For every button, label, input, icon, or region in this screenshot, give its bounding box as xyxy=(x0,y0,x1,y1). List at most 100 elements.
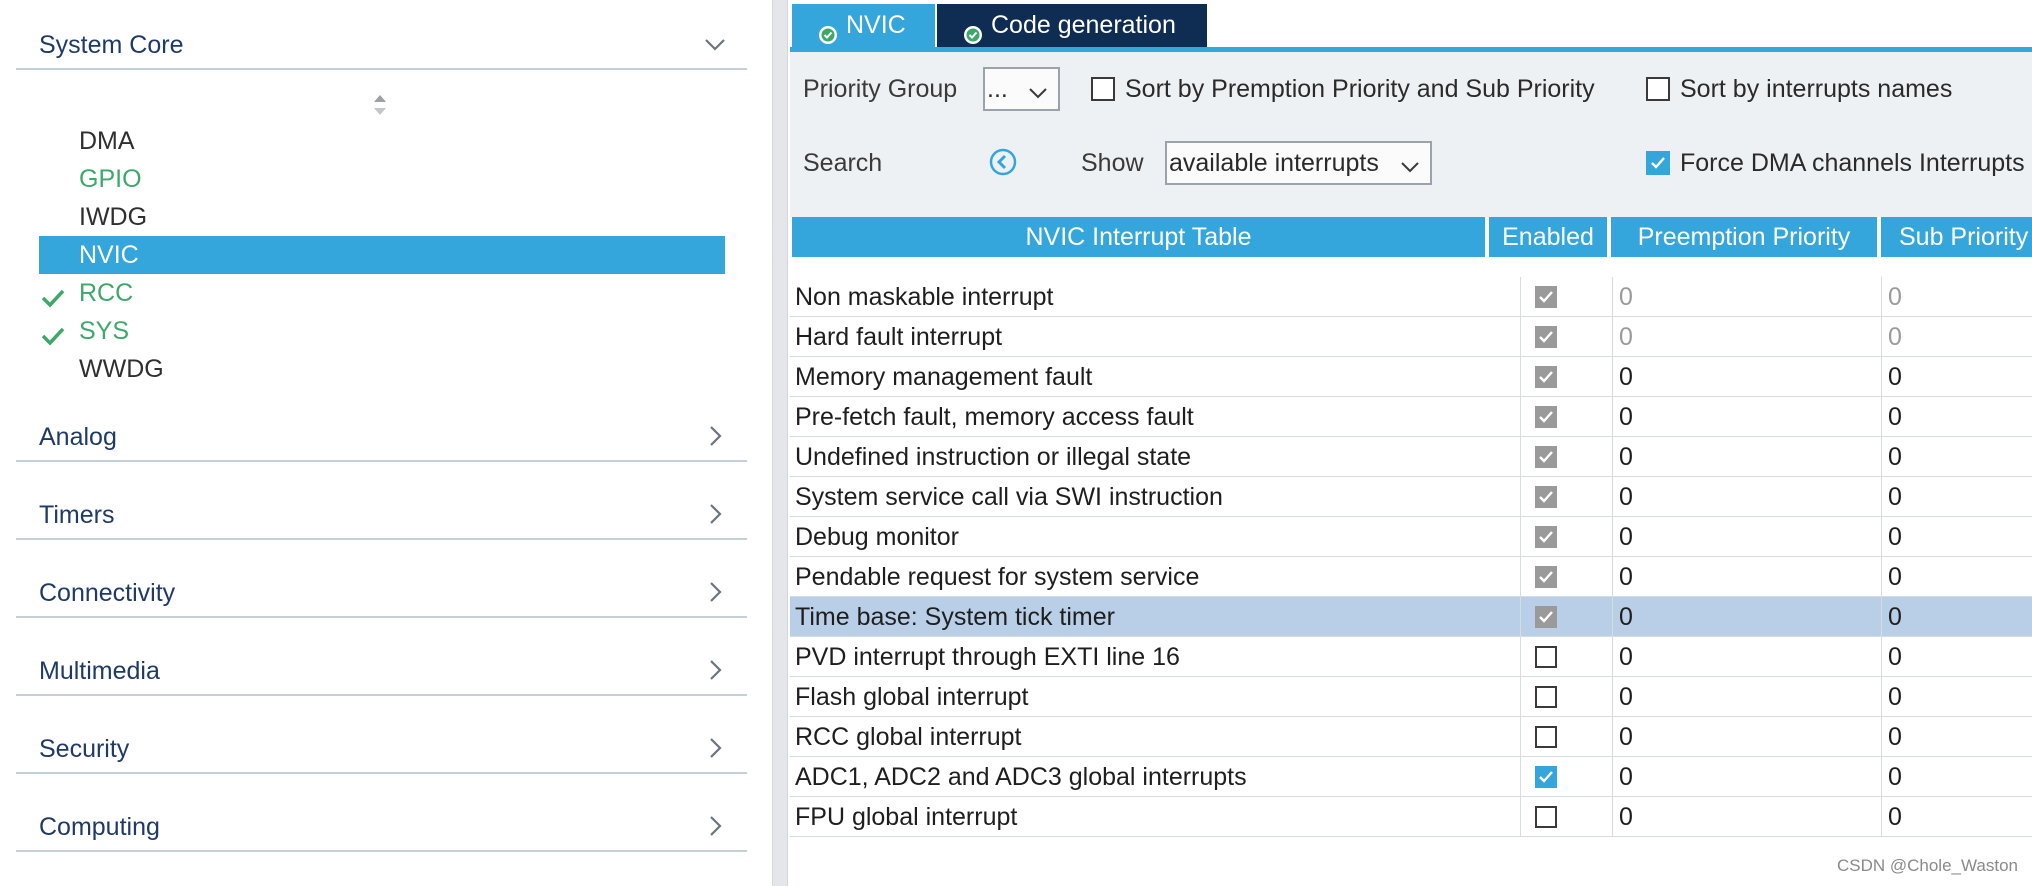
table-row[interactable]: Non maskable interrupt 0 0 xyxy=(790,277,2032,317)
preemption-priority-value[interactable]: 0 xyxy=(1612,597,1862,637)
sub-priority-value[interactable]: 0 xyxy=(1881,597,2032,637)
sidebar-item-sys[interactable]: SYS xyxy=(39,312,725,350)
preemption-priority-value[interactable]: 0 xyxy=(1612,677,1862,717)
force-dma-checkbox[interactable] xyxy=(1646,151,1670,175)
table-row[interactable]: Pendable request for system service 0 0 xyxy=(790,557,2032,597)
interrupt-name: System service call via SWI instruction xyxy=(795,483,1223,511)
preemption-priority-value[interactable]: 0 xyxy=(1612,397,1862,437)
show-select[interactable]: available interrupts xyxy=(1165,141,1432,185)
sidebar-item-label: SYS xyxy=(79,317,130,345)
sidebar-item-label: GPIO xyxy=(79,165,142,193)
column-divider xyxy=(1520,557,1521,597)
col-header-name[interactable]: NVIC Interrupt Table xyxy=(792,217,1485,257)
column-divider xyxy=(1520,717,1521,757)
category-analog[interactable]: Analog xyxy=(16,408,747,462)
col-header-enabled[interactable]: Enabled xyxy=(1489,217,1607,257)
category-label: Timers xyxy=(39,501,115,529)
preemption-priority-value[interactable]: 0 xyxy=(1612,357,1862,397)
checkmark-icon xyxy=(41,282,65,308)
sub-priority-value[interactable]: 0 xyxy=(1881,277,2032,317)
preemption-priority-value[interactable]: 0 xyxy=(1612,557,1862,597)
preemption-priority-value[interactable]: 0 xyxy=(1612,437,1862,477)
column-divider xyxy=(1520,637,1521,677)
sub-priority-value[interactable]: 0 xyxy=(1881,717,2032,757)
enabled-checkbox[interactable] xyxy=(1535,766,1557,788)
enabled-checkbox[interactable] xyxy=(1535,686,1557,708)
category-multimedia[interactable]: Multimedia xyxy=(16,642,747,696)
sidebar-item-nvic[interactable]: NVIC xyxy=(39,236,725,274)
preemption-priority-value[interactable]: 0 xyxy=(1612,757,1862,797)
preemption-priority-value[interactable]: 0 xyxy=(1612,277,1862,317)
show-value: available interrupts xyxy=(1169,149,1379,177)
sub-priority-value[interactable]: 0 xyxy=(1881,557,2032,597)
table-row[interactable]: Undefined instruction or illegal state 0 0 xyxy=(790,437,2032,477)
table-row[interactable]: Debug monitor 0 0 xyxy=(790,517,2032,557)
table-row[interactable]: ADC1, ADC2 and ADC3 global interrupts 0 0 xyxy=(790,757,2032,797)
sort-premption-checkbox[interactable] xyxy=(1091,77,1115,101)
column-divider xyxy=(1520,597,1521,637)
sub-priority-value[interactable]: 0 xyxy=(1881,477,2032,517)
table-row[interactable]: RCC global interrupt 0 0 xyxy=(790,717,2032,757)
column-divider xyxy=(1520,477,1521,517)
enabled-checkbox[interactable] xyxy=(1535,726,1557,748)
table-row[interactable]: PVD interrupt through EXTI line 16 0 0 xyxy=(790,637,2032,677)
sub-priority-value[interactable]: 0 xyxy=(1881,357,2032,397)
chevron-down-icon xyxy=(703,32,727,56)
search-back-icon[interactable] xyxy=(988,147,1018,177)
sub-priority-value[interactable]: 0 xyxy=(1881,397,2032,437)
panel-splitter[interactable] xyxy=(772,0,788,886)
sidebar-item-wwdg[interactable]: WWDG xyxy=(39,350,725,388)
enabled-checkbox[interactable] xyxy=(1535,646,1557,668)
category-computing[interactable]: Computing xyxy=(16,798,747,852)
sub-priority-value[interactable]: 0 xyxy=(1881,437,2032,477)
preemption-priority-value[interactable]: 0 xyxy=(1612,317,1862,357)
sidebar-item-rcc[interactable]: RCC xyxy=(39,274,725,312)
sidebar-item-gpio[interactable]: GPIO xyxy=(39,160,725,198)
enabled-checkbox xyxy=(1535,366,1557,388)
sub-priority-value[interactable]: 0 xyxy=(1881,317,2032,357)
enabled-checkbox[interactable] xyxy=(1535,806,1557,828)
table-row[interactable]: Flash global interrupt 0 0 xyxy=(790,677,2032,717)
priority-group-select[interactable]: ... xyxy=(983,67,1060,111)
sort-names-checkbox[interactable] xyxy=(1646,77,1670,101)
search-label: Search xyxy=(803,149,883,177)
sub-priority-value[interactable]: 0 xyxy=(1881,677,2032,717)
chevron-right-icon xyxy=(703,580,727,604)
table-row[interactable]: System service call via SWI instruction 0… xyxy=(790,477,2032,517)
table-row[interactable]: Pre-fetch fault, memory access fault 0 0 xyxy=(790,397,2032,437)
table-row[interactable]: Time base: System tick timer 0 0 xyxy=(790,597,2032,637)
category-system-core[interactable]: System Core xyxy=(16,16,747,70)
sub-priority-value[interactable]: 0 xyxy=(1881,517,2032,557)
chevron-right-icon xyxy=(703,658,727,682)
preemption-priority-value[interactable]: 0 xyxy=(1612,477,1862,517)
category-connectivity[interactable]: Connectivity xyxy=(16,564,747,618)
table-row[interactable]: Memory management fault 0 0 xyxy=(790,357,2032,397)
col-header-preemption[interactable]: Preemption Priority xyxy=(1611,217,1877,257)
sidebar-item-label: IWDG xyxy=(79,203,148,231)
column-divider xyxy=(1520,757,1521,797)
interrupt-name: Hard fault interrupt xyxy=(795,323,1003,351)
category-security[interactable]: Security xyxy=(16,720,747,774)
sort-arrows-icon[interactable] xyxy=(370,92,390,118)
table-row[interactable]: FPU global interrupt 0 0 xyxy=(790,797,2032,837)
sidebar-item-label: WWDG xyxy=(79,355,164,383)
sub-priority-value[interactable]: 0 xyxy=(1881,637,2032,677)
preemption-priority-value[interactable]: 0 xyxy=(1612,517,1862,557)
check-circle-icon xyxy=(818,16,838,44)
sub-priority-value[interactable]: 0 xyxy=(1881,797,2032,837)
preemption-priority-value[interactable]: 0 xyxy=(1612,797,1862,837)
preemption-priority-value[interactable]: 0 xyxy=(1612,637,1862,677)
preemption-priority-value[interactable]: 0 xyxy=(1612,717,1862,757)
table-header: NVIC Interrupt Table Enabled Preemption … xyxy=(792,217,2032,257)
col-header-sub[interactable]: Sub Priority xyxy=(1881,217,2032,257)
category-timers[interactable]: Timers xyxy=(16,486,747,540)
sub-priority-value[interactable]: 0 xyxy=(1881,757,2032,797)
sidebar-item-iwdg[interactable]: IWDG xyxy=(39,198,725,236)
watermark: CSDN @Chole_Waston xyxy=(1836,856,2018,875)
interrupt-name: Debug monitor xyxy=(795,523,959,551)
table-row[interactable]: Hard fault interrupt 0 0 xyxy=(790,317,2032,357)
tab-nvic[interactable]: NVIC xyxy=(792,4,935,47)
sidebar-item-dma[interactable]: DMA xyxy=(39,122,725,160)
priority-group-value: ... xyxy=(987,75,1008,103)
tab-code-generation[interactable]: Code generation xyxy=(937,4,1207,47)
